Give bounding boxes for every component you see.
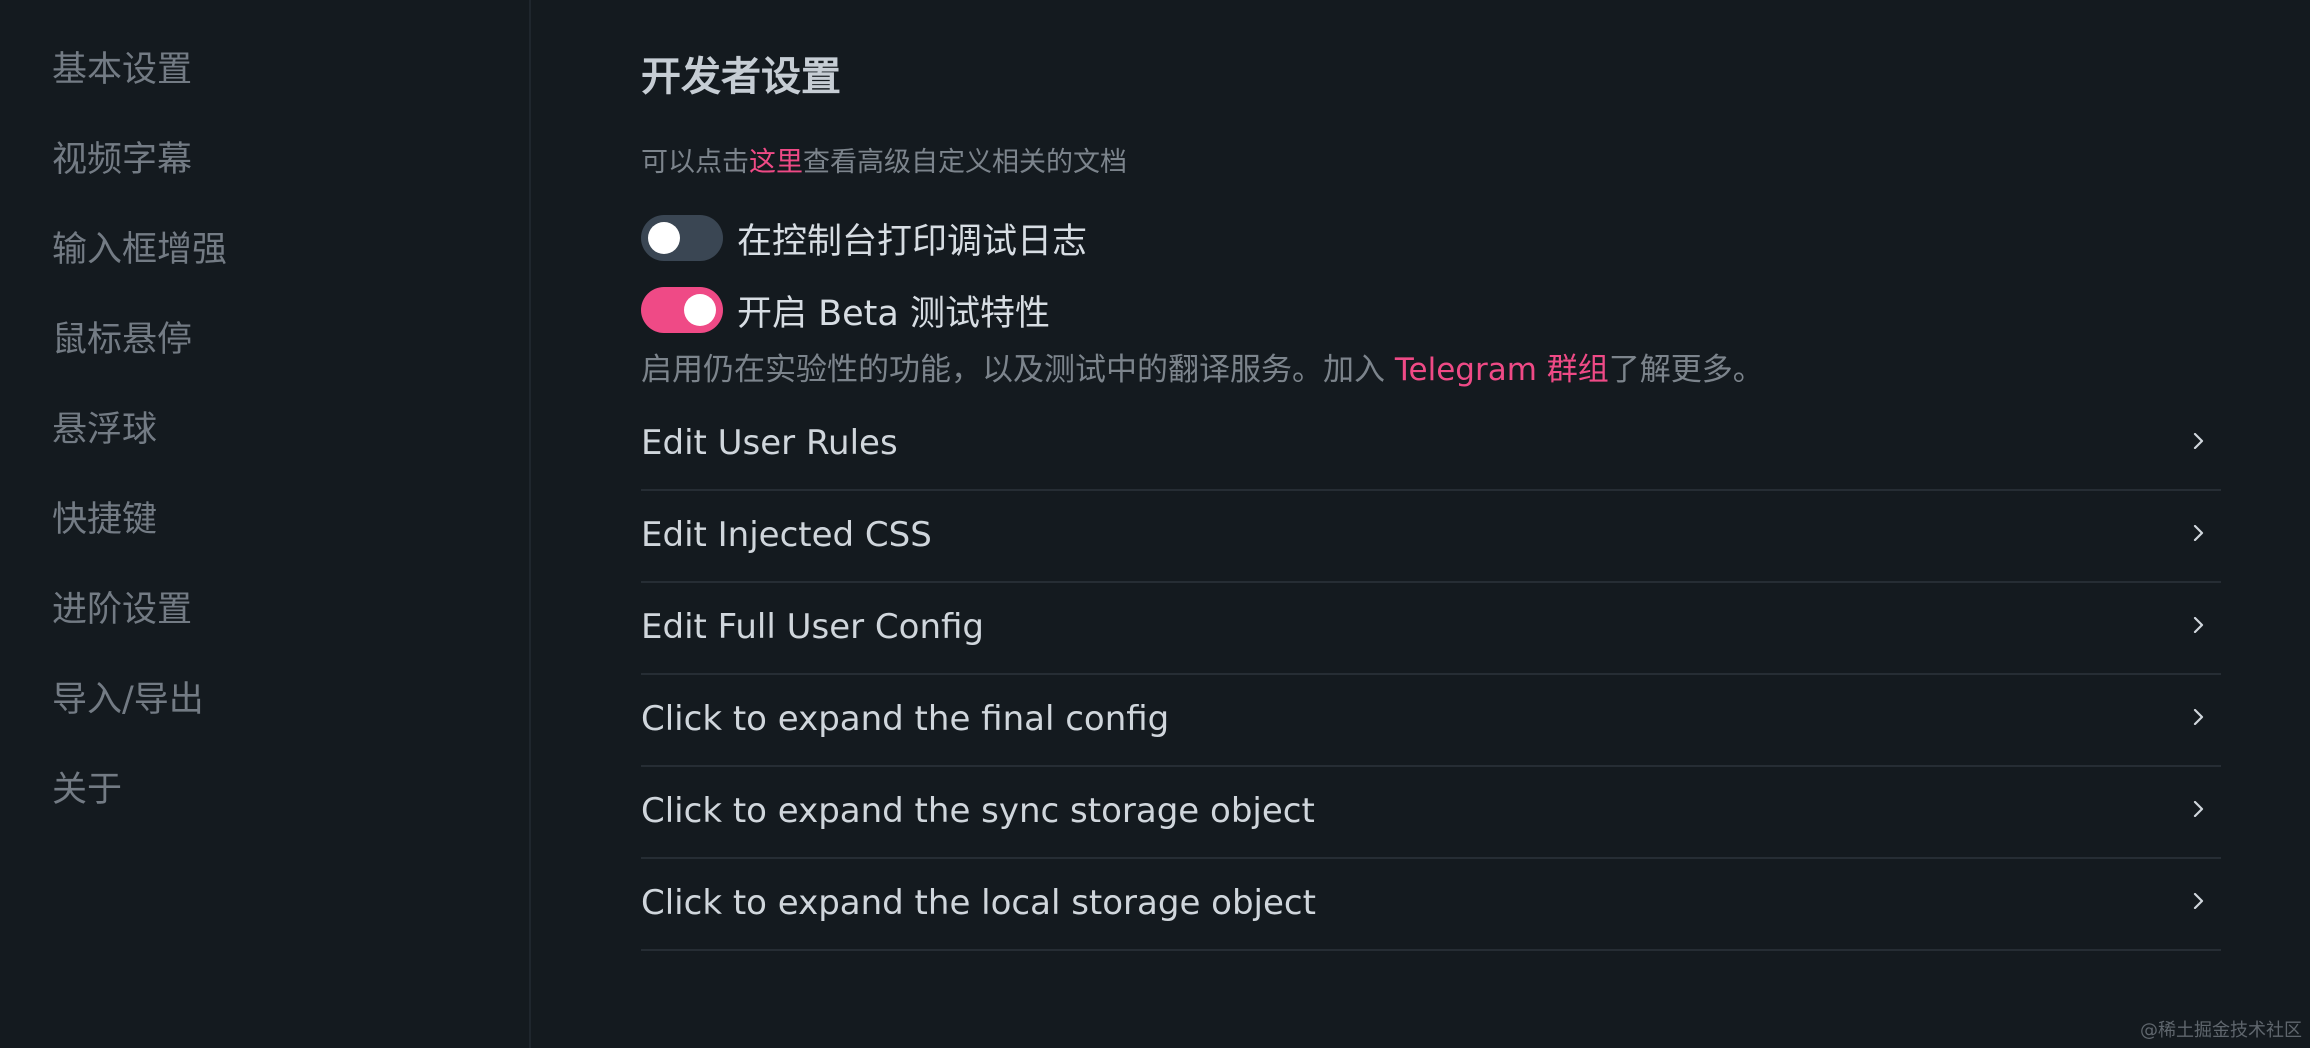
sidebar-item-shortcuts[interactable]: 快捷键: [52, 490, 529, 580]
debug-log-toggle[interactable]: [641, 215, 723, 261]
chevron-right-icon: [2193, 893, 2204, 909]
doc-note-prefix: 可以点击: [641, 147, 749, 178]
beta-features-setting: 开启 Beta 测试特性: [641, 286, 1050, 334]
expand-local-storage-row[interactable]: Click to expand the local storage object: [641, 859, 2221, 951]
sidebar-item-floating-ball[interactable]: 悬浮球: [52, 400, 529, 490]
beta-desc-prefix: 启用仍在实验性的功能，以及测试中的翻译服务。加入: [641, 352, 1395, 388]
developer-actions-list: Edit User Rules Edit Injected CSS Edit F…: [641, 399, 2221, 951]
page-title: 开发者设置: [641, 54, 841, 100]
debug-log-setting: 在控制台打印调试日志: [641, 214, 1087, 262]
toggle-knob: [648, 222, 680, 254]
beta-desc-suffix: 了解更多。: [1608, 352, 1764, 388]
sidebar: 基本设置 视频字幕 输入框增强 鼠标悬停 悬浮球 快捷键 进阶设置 导入/导出 …: [0, 0, 531, 1048]
beta-features-label: 开启 Beta 测试特性: [737, 293, 1050, 334]
doc-note: 可以点击这里查看高级自定义相关的文档: [641, 140, 1127, 179]
sidebar-item-basic[interactable]: 基本设置: [52, 40, 529, 130]
beta-description: 启用仍在实验性的功能，以及测试中的翻译服务。加入 Telegram 群组了解更多…: [641, 344, 1764, 389]
settings-app: 基本设置 视频字幕 输入框增强 鼠标悬停 悬浮球 快捷键 进阶设置 导入/导出 …: [0, 0, 2310, 1048]
expand-sync-storage-row[interactable]: Click to expand the sync storage object: [641, 767, 2221, 859]
sidebar-item-import-export[interactable]: 导入/导出: [52, 670, 529, 760]
telegram-group-link[interactable]: Telegram 群组: [1395, 352, 1609, 388]
expand-final-config-row[interactable]: Click to expand the final config: [641, 675, 2221, 767]
edit-full-user-config-row[interactable]: Edit Full User Config: [641, 583, 2221, 675]
chevron-right-icon: [2193, 617, 2204, 633]
edit-injected-css-row[interactable]: Edit Injected CSS: [641, 491, 2221, 583]
sidebar-item-about[interactable]: 关于: [52, 760, 529, 850]
row-label: Edit User Rules: [641, 423, 898, 463]
beta-features-toggle[interactable]: [641, 287, 723, 333]
edit-user-rules-row[interactable]: Edit User Rules: [641, 399, 2221, 491]
row-label: Edit Injected CSS: [641, 515, 932, 555]
debug-log-label: 在控制台打印调试日志: [737, 221, 1088, 262]
docs-link[interactable]: 这里: [749, 147, 803, 178]
row-label: Click to expand the final config: [641, 699, 1170, 739]
chevron-right-icon: [2193, 433, 2204, 449]
row-label: Click to expand the local storage object: [641, 883, 1316, 923]
chevron-right-icon: [2193, 709, 2204, 725]
doc-note-suffix: 查看高级自定义相关的文档: [803, 147, 1127, 178]
sidebar-item-input-enhance[interactable]: 输入框增强: [52, 220, 529, 310]
row-label: Edit Full User Config: [641, 607, 984, 647]
sidebar-item-mouse-hover[interactable]: 鼠标悬停: [52, 310, 529, 400]
sidebar-item-advanced[interactable]: 进阶设置: [52, 580, 529, 670]
sidebar-item-video-subtitles[interactable]: 视频字幕: [52, 130, 529, 220]
chevron-right-icon: [2193, 525, 2204, 541]
toggle-knob: [684, 294, 716, 326]
row-label: Click to expand the sync storage object: [641, 791, 1315, 831]
chevron-right-icon: [2193, 801, 2204, 817]
watermark: @稀土掘金技术社区: [2140, 1020, 2302, 1041]
